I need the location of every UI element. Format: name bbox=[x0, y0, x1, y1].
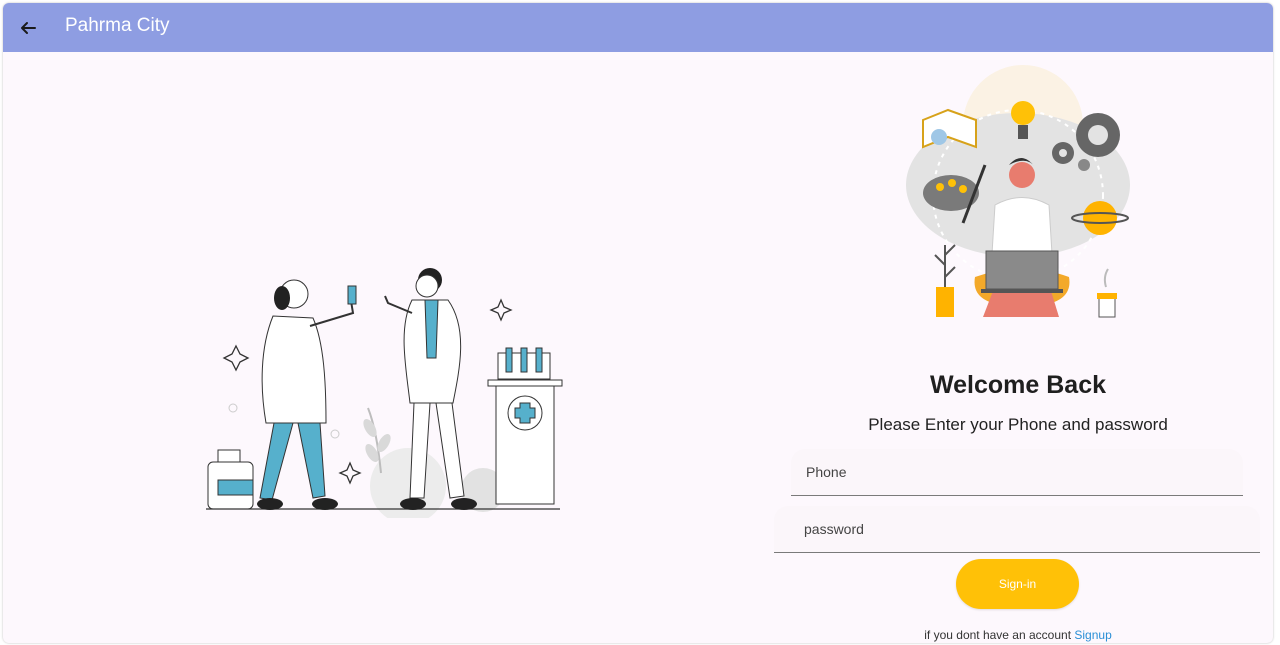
person-with-laptop-illustration bbox=[883, 55, 1153, 330]
password-input[interactable] bbox=[774, 506, 1260, 552]
app-bar: Pahrma City bbox=[3, 3, 1273, 52]
welcome-heading: Welcome Back bbox=[929, 371, 1106, 399]
password-field[interactable] bbox=[774, 506, 1260, 553]
arrow-back-icon bbox=[21, 22, 36, 34]
signup-row: if you dont have an account Signup bbox=[773, 628, 1263, 642]
back-button[interactable] bbox=[13, 13, 43, 43]
phone-field[interactable] bbox=[791, 449, 1243, 496]
signup-link[interactable]: Signup bbox=[1074, 628, 1111, 642]
login-subtitle: Please Enter your Phone and password bbox=[868, 415, 1168, 434]
signin-button[interactable]: Sign-in bbox=[956, 559, 1079, 609]
app-title: Pahrma City bbox=[65, 15, 170, 36]
app-window: Pahrma City Welcome Back Please Enter yo… bbox=[3, 3, 1273, 643]
phone-input[interactable] bbox=[791, 449, 1243, 495]
signup-prompt: if you dont have an account bbox=[924, 628, 1072, 642]
doctors-illustration bbox=[198, 258, 578, 524]
